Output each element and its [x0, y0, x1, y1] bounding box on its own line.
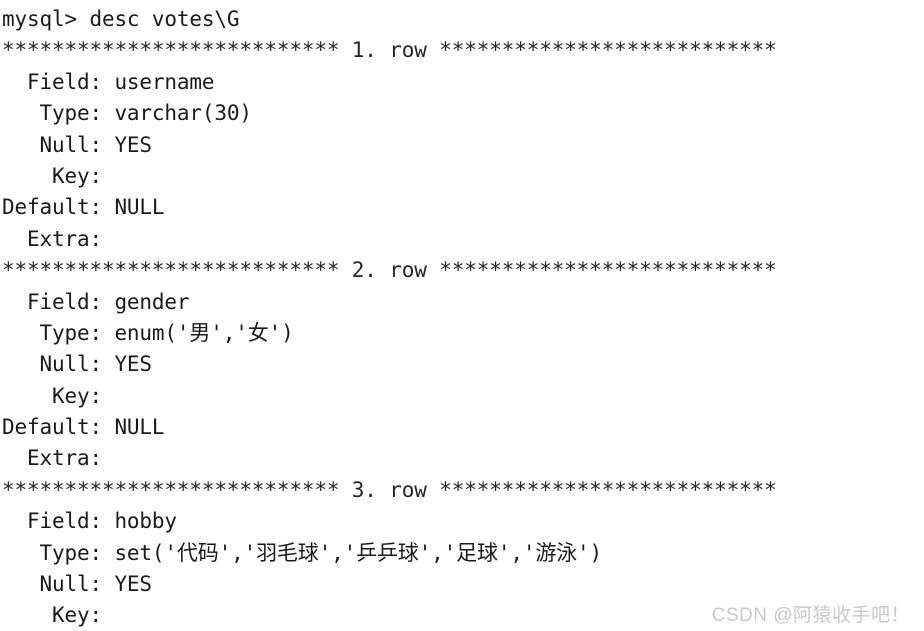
row-1-field: Field: username [2, 69, 215, 94]
row-2-type: Type: enum('男','女') [2, 320, 294, 345]
row-3-null: Null: YES [2, 572, 152, 597]
row-3-type: Type: set('代码','羽毛球','乒乒球','足球','游泳') [2, 540, 603, 565]
row-1-default: Default: NULL [2, 195, 165, 220]
row-1-key: Key: [2, 163, 102, 188]
terminal-screenshot: mysql> desc votes\G ********************… [0, 0, 924, 631]
row-2-default: Default: NULL [2, 415, 165, 440]
row-2-extra: Extra: [2, 446, 102, 471]
mysql-terminal-output: mysql> desc votes\G ********************… [0, 4, 924, 631]
prompt-line: mysql> desc votes\G [2, 7, 240, 31]
row-2-null: Null: YES [2, 352, 152, 377]
row-1-type: Type: varchar(30) [2, 101, 252, 126]
row-3-field: Field: hobby [2, 509, 177, 534]
csdn-watermark: CSDN @阿猿收手吧！ [711, 605, 910, 626]
row-1-extra: Extra: [2, 226, 102, 251]
row-2-key: Key: [2, 383, 102, 408]
row-separator-2: *************************** 2. row *****… [2, 258, 777, 283]
row-2-field: Field: gender [2, 289, 190, 314]
row-separator-1: *************************** 1. row *****… [2, 38, 777, 63]
row-separator-3: *************************** 3. row *****… [2, 477, 777, 502]
row-1-null: Null: YES [2, 132, 152, 157]
